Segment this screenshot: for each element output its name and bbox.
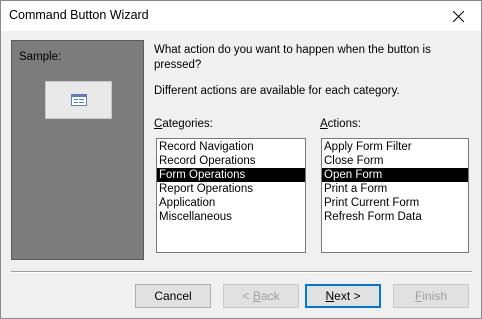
actions-listbox[interactable]: Apply Form Filter Close Form Open Form P… — [321, 138, 469, 253]
sample-button-preview — [45, 81, 112, 119]
sample-panel: Sample: — [11, 40, 144, 260]
actions-label: Actions: — [320, 118, 361, 130]
window-title: Command Button Wizard — [9, 8, 149, 22]
close-icon — [452, 10, 464, 22]
question-text: What action do you want to happen when t… — [154, 44, 431, 71]
action-item[interactable]: Close Form — [322, 154, 468, 168]
back-button-prefix: < — [242, 289, 253, 303]
action-item-selected[interactable]: Open Form — [322, 168, 468, 182]
categories-label: Categories: — [154, 118, 213, 130]
categories-listbox[interactable]: Record Navigation Record Operations Form… — [156, 138, 306, 253]
back-button-rest: ack — [260, 289, 280, 303]
sample-label: Sample: — [19, 51, 62, 63]
category-item-selected[interactable]: Form Operations — [157, 168, 305, 182]
next-button-rest: ext > — [334, 289, 361, 303]
actions-label-rest: ctions: — [327, 118, 361, 130]
category-item[interactable]: Application — [157, 196, 305, 210]
next-button-accel: N — [325, 289, 335, 303]
finish-button-rest: inish — [422, 289, 448, 303]
hint-text: Different actions are available for each… — [154, 85, 400, 97]
wizard-window: Command Button Wizard Sample: What actio… — [0, 0, 482, 319]
back-button[interactable]: < Back — [223, 284, 299, 308]
finish-button-accel: F — [414, 289, 423, 303]
title-bar: Command Button Wizard — [1, 1, 481, 31]
divider — [11, 271, 472, 273]
back-button-accel: B — [252, 289, 261, 303]
close-button[interactable] — [435, 1, 481, 31]
action-item[interactable]: Print Current Form — [322, 196, 468, 210]
category-item[interactable]: Record Operations — [157, 154, 305, 168]
finish-button[interactable]: Finish — [393, 284, 469, 308]
form-icon — [70, 94, 87, 106]
next-button[interactable]: Next > — [305, 284, 381, 308]
action-item[interactable]: Refresh Form Data — [322, 210, 468, 224]
actions-label-accel: A — [320, 118, 328, 130]
action-item[interactable]: Print a Form — [322, 182, 468, 196]
category-item[interactable]: Miscellaneous — [157, 210, 305, 224]
cancel-button[interactable]: Cancel — [135, 284, 211, 308]
categories-label-rest: ategories: — [162, 118, 213, 130]
category-item[interactable]: Report Operations — [157, 182, 305, 196]
action-item[interactable]: Apply Form Filter — [322, 140, 468, 154]
category-item[interactable]: Record Navigation — [157, 140, 305, 154]
